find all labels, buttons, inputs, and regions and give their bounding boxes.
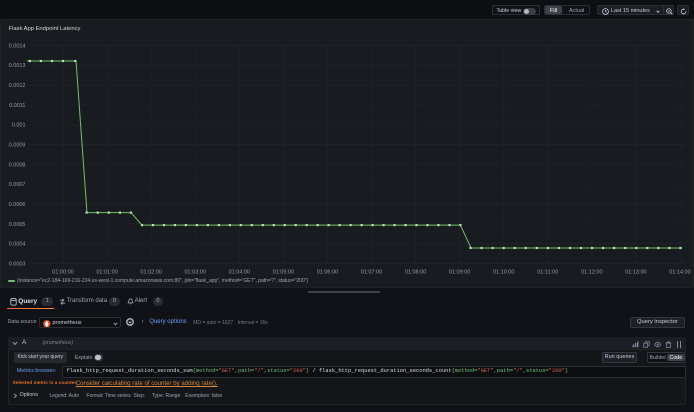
svg-text:01:00:00: 01:00:00 xyxy=(52,269,73,275)
svg-text:01:06:00: 01:06:00 xyxy=(317,269,338,275)
svg-text:01:07:00: 01:07:00 xyxy=(361,269,382,275)
svg-text:0.0012: 0.0012 xyxy=(9,83,26,89)
svg-text:01:11:00: 01:11:00 xyxy=(537,269,558,275)
svg-text:01:03:00: 01:03:00 xyxy=(184,269,205,275)
svg-text:01:05:00: 01:05:00 xyxy=(273,269,294,275)
svg-text:01:01:00: 01:01:00 xyxy=(96,269,117,275)
svg-text:0.0011: 0.0011 xyxy=(9,103,25,109)
svg-text:01:12:00: 01:12:00 xyxy=(581,269,602,275)
svg-text:01:14:00: 01:14:00 xyxy=(669,269,690,275)
svg-text:0.0014: 0.0014 xyxy=(9,43,26,49)
svg-text:0.0009: 0.0009 xyxy=(9,143,26,149)
svg-text:0.0008: 0.0008 xyxy=(9,162,26,168)
svg-text:0.0013: 0.0013 xyxy=(9,63,26,69)
svg-text:0.0004: 0.0004 xyxy=(9,242,26,248)
svg-text:0.001: 0.001 xyxy=(12,123,26,129)
svg-text:01:08:00: 01:08:00 xyxy=(405,269,426,275)
svg-text:0.0003: 0.0003 xyxy=(9,262,26,268)
svg-text:0.0007: 0.0007 xyxy=(9,182,26,188)
svg-text:01:13:00: 01:13:00 xyxy=(625,269,646,275)
svg-text:01:10:00: 01:10:00 xyxy=(493,269,514,275)
svg-text:0.0006: 0.0006 xyxy=(9,202,26,208)
svg-text:01:02:00: 01:02:00 xyxy=(140,269,161,275)
svg-text:0.0005: 0.0005 xyxy=(9,222,26,228)
svg-text:01:09:00: 01:09:00 xyxy=(449,269,470,275)
svg-text:01:04:00: 01:04:00 xyxy=(229,269,250,275)
